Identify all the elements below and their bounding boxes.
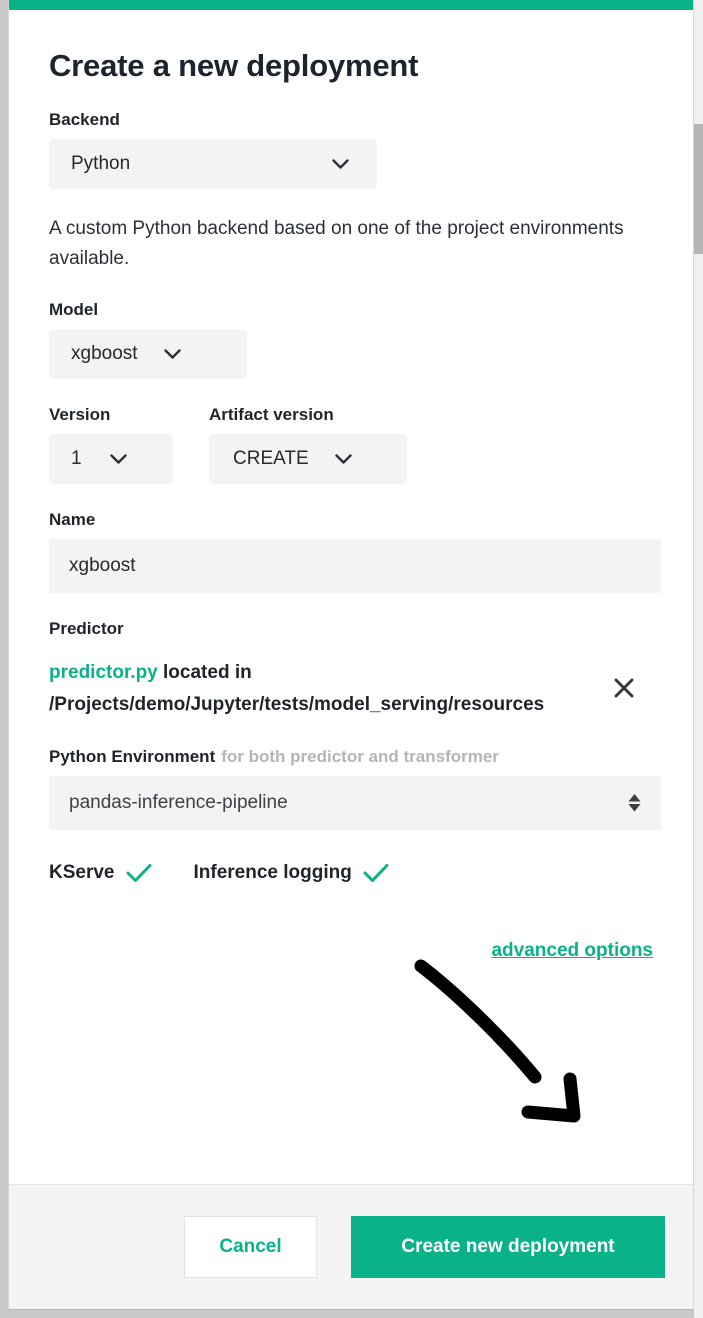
chevron-down-icon [317,139,363,189]
python-environment-value: pandas-inference-pipeline [69,792,288,813]
check-icon [363,863,389,883]
inference-logging-label: Inference logging [193,862,352,883]
predictor-row: predictor.py located in /Projects/demo/J… [49,657,653,721]
artifact-version-label: Artifact version [209,405,334,424]
advanced-options-link[interactable]: advanced options [491,940,653,961]
predictor-file-link[interactable]: predictor.py [49,662,158,683]
page-scrollbar-thumb[interactable] [694,124,703,254]
page-root: Create a new deployment Backend Python A… [0,0,703,1318]
chevron-down-icon [150,329,196,379]
backend-label: Backend [49,110,120,129]
version-label: Version [49,405,111,424]
predictor-value: predictor.py located in /Projects/demo/J… [49,657,569,721]
backend-description: A custom Python backend based on one of … [49,218,624,269]
chevron-down-icon [321,434,367,484]
model-select-value: xgboost [71,343,138,364]
page-title: Create a new deployment [49,48,419,83]
version-select-value: 1 [71,448,82,469]
python-environment-select[interactable]: pandas-inference-pipeline [49,776,661,830]
modal-body: Create a new deployment Backend Python A… [9,10,693,1184]
close-icon [613,677,635,704]
modal-footer: Cancel Create new deployment [9,1184,693,1309]
create-new-deployment-button[interactable]: Create new deployment [351,1216,665,1278]
predictor-label: Predictor [49,619,124,638]
version-group: Version 1 [49,379,209,484]
python-environment-label: Python Environment for both predictor and… [49,747,653,767]
check-icon [126,863,152,883]
artifact-version-select[interactable]: CREATE [209,434,407,484]
kserve-toggle[interactable]: KServe [49,862,152,884]
predictor-clear-button[interactable] [607,673,641,707]
model-select[interactable]: xgboost [49,329,247,379]
version-row: Version 1 Artifact version CREATE [49,379,653,484]
page-scrollbar[interactable] [694,0,703,1318]
model-label: Model [49,300,99,319]
backend-select[interactable]: Python [49,139,377,189]
kserve-label: KServe [49,862,115,883]
backend-select-value: Python [71,153,131,174]
python-environment-hint: for both predictor and transformer [221,747,499,766]
toggles-row: KServe Inference logging [49,862,653,884]
inference-logging-toggle[interactable]: Inference logging [194,862,389,884]
chevron-down-icon [96,434,142,484]
name-label: Name [49,510,96,529]
advanced-options-row: advanced options [49,940,653,962]
python-environment-label-text: Python Environment [49,747,216,766]
name-input[interactable] [49,539,661,593]
artifact-version-select-value: CREATE [233,448,309,469]
spinner-arrows-icon [628,794,641,812]
create-deployment-modal: Create a new deployment Backend Python A… [8,0,694,1310]
artifact-version-group: Artifact version CREATE [209,379,469,484]
modal-accent-bar [9,0,693,10]
cancel-button[interactable]: Cancel [184,1216,317,1278]
version-select[interactable]: 1 [49,434,173,484]
